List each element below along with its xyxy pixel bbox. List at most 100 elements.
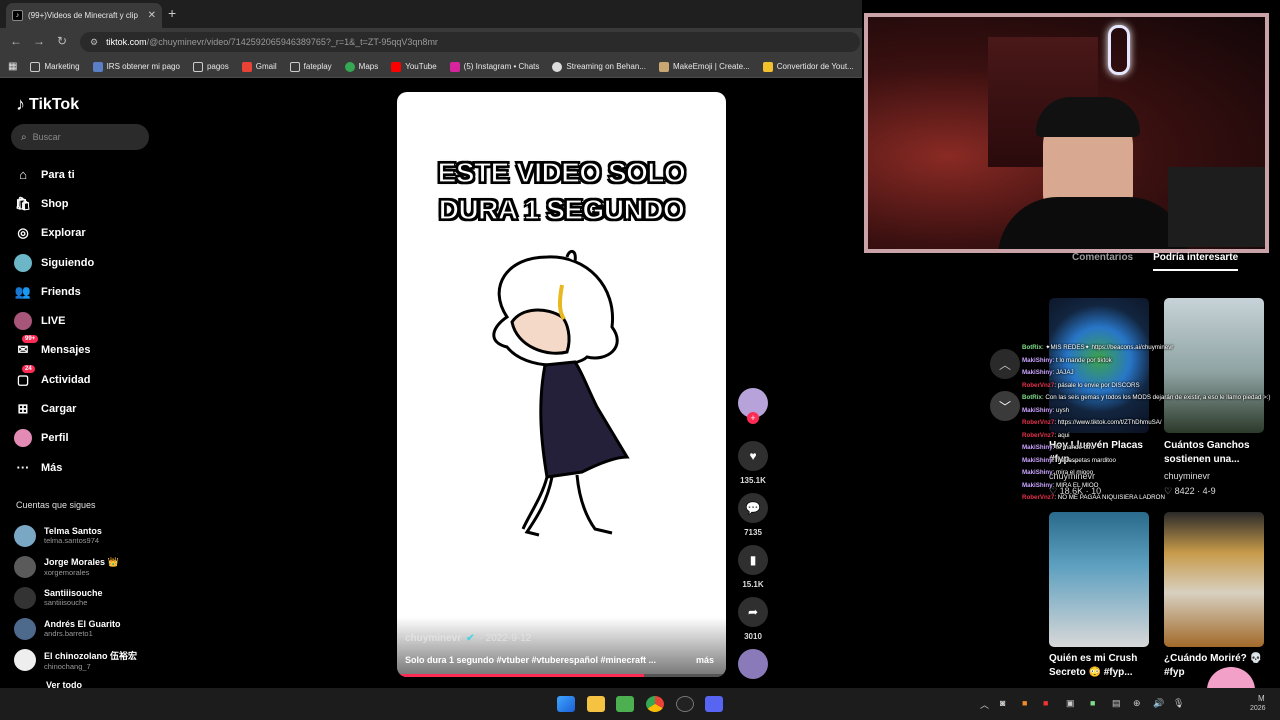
chat-text: : https://www.tiktok.com/t/ZThDhmuSA/ — [1054, 419, 1162, 426]
creator-avatar[interactable]: + — [737, 388, 769, 424]
sidebar-item-shop[interactable]: 🛍 Shop — [14, 189, 154, 218]
folder-icon — [30, 61, 41, 72]
url-input[interactable]: ⚙ tiktok.com/@chuyminevr/video/714259206… — [80, 32, 860, 52]
windows-start-icon[interactable] — [557, 696, 575, 712]
comment-button[interactable]: 💬 7135 — [737, 493, 769, 537]
messages-icon: ✉ 99+ — [14, 335, 39, 359]
sidebar-item-mensajes[interactable]: ✉ 99+ Mensajes — [14, 335, 154, 365]
tray-app-icon[interactable]: ▤ — [1112, 698, 1121, 709]
share-button[interactable]: ➦ 3010 — [737, 597, 769, 641]
sidebar-item-perfil[interactable]: Perfil — [14, 424, 154, 453]
convertidor-icon — [762, 61, 773, 72]
save-button[interactable]: ▮ 15.1K — [737, 545, 769, 589]
microphone-icon[interactable]: 🎙 — [1173, 698, 1184, 709]
sidebar-item-cargar[interactable]: ⊞ Cargar — [14, 394, 154, 423]
sound-disc[interactable] — [737, 649, 769, 679]
bookmark-makeemoji[interactable]: MakeEmoji | Create... — [659, 61, 750, 72]
like-button[interactable]: ♥ 135.1K — [737, 441, 769, 485]
folder-icon — [192, 61, 203, 72]
obs-icon[interactable] — [676, 696, 694, 712]
site-info-icon[interactable]: ⚙ — [90, 37, 98, 48]
following-account[interactable]: Santiiisouche santiiisouche — [14, 582, 164, 613]
tab-comentarios[interactable]: Comentarios — [1072, 252, 1133, 271]
new-tab-icon[interactable]: + — [168, 5, 176, 21]
bookmark-instagram[interactable]: (5) Instagram • Chats — [449, 61, 539, 72]
file-explorer-icon[interactable] — [587, 696, 605, 712]
live-icon — [14, 312, 32, 331]
search-input[interactable]: ⌕ Buscar — [11, 124, 149, 150]
tray-app-icon[interactable]: ■ — [1090, 698, 1095, 708]
related-video-title[interactable]: Quién es mi Crush Secreto 😳 #fyp... — [1049, 652, 1154, 680]
webcam-image — [868, 17, 1265, 249]
tiktok-logo[interactable]: ♪ TikTok — [16, 94, 79, 115]
chrome-icon[interactable] — [646, 696, 664, 712]
more-button[interactable]: más — [696, 655, 714, 665]
tiktok-sidebar: ♪ TikTok ⌕ Buscar ⌂ Para ti 🛍 Shop ◎ Explor… — [0, 78, 160, 690]
reload-icon[interactable]: ↻ — [57, 34, 67, 48]
minecraft-icon[interactable] — [616, 696, 634, 712]
follow-plus-icon[interactable]: + — [747, 412, 759, 424]
compass-icon: ◎ — [17, 225, 29, 241]
sidebar-item-mas[interactable]: ··· Más — [14, 453, 154, 482]
following-account[interactable]: Jorge Morales 👑 xorgemorales — [14, 551, 164, 582]
tray-app-icon[interactable]: ■ — [1022, 698, 1027, 708]
bookmark-gmail[interactable]: Gmail — [241, 61, 277, 72]
chat-text: : mira el miooo — [1052, 469, 1094, 476]
volume-icon[interactable]: 🔊 — [1153, 698, 1164, 709]
discord-tray-icon[interactable]: ◙ — [1000, 698, 1005, 708]
bookmark-convertidor[interactable]: Convertidor de Yout... — [762, 61, 854, 72]
sidebar-item-siguiendo[interactable]: Siguiendo — [14, 248, 154, 277]
following-account[interactable]: El chinozolano 伍裕宏 chinochang_7 — [14, 644, 164, 675]
irs-icon — [92, 61, 103, 72]
chat-message: MakiShiny: t lo mande por tiktok — [1022, 355, 1278, 368]
friends-icon: 👥 — [14, 283, 32, 299]
bookmark-behance[interactable]: Streaming on Behan... — [552, 61, 646, 72]
screen: ♪ (99+)Videos de Minecraft y clip ✕ + ← … — [0, 0, 1280, 720]
chat-message: BotRix: ✦MIS REDES✦ https://beacons.ai/c… — [1022, 342, 1278, 355]
upload-icon: ⊞ — [17, 401, 29, 417]
chevron-up-icon[interactable]: ︿ — [980, 698, 989, 711]
apps-icon[interactable]: ▦ — [8, 61, 17, 72]
back-icon[interactable]: ← — [10, 34, 22, 48]
video-progress-bar[interactable] — [397, 674, 726, 677]
video-author[interactable]: chuyminevr ✔ · 2022-9-12 — [405, 633, 531, 644]
discord-icon[interactable] — [705, 696, 723, 712]
bookmark-pagos[interactable]: pagos — [192, 61, 229, 72]
webcam-overlay — [864, 13, 1269, 253]
clock-date[interactable]: 2026 — [1250, 705, 1266, 712]
tab-podria-interesarte[interactable]: Podría interesarte — [1153, 252, 1239, 271]
tray-app-icon[interactable]: ■ — [1043, 698, 1048, 708]
chat-username: RoberVnz7 — [1022, 381, 1055, 389]
browser-tab[interactable]: ♪ (99+)Videos de Minecraft y clip ✕ — [6, 3, 162, 28]
bookmark-youtube[interactable]: YouTube — [391, 61, 437, 72]
close-icon[interactable]: ✕ — [148, 10, 156, 21]
sidebar-item-actividad[interactable]: ▢ 24 Actividad — [14, 364, 154, 394]
sidebar-item-para-ti[interactable]: ⌂ Para ti — [14, 160, 154, 189]
tray-app-icon[interactable]: ▣ — [1066, 698, 1075, 709]
share-icon: ➦ — [738, 597, 768, 627]
share-count: 3010 — [744, 632, 762, 641]
related-video-thumbnail[interactable] — [1049, 512, 1149, 647]
sidebar-item-explorar[interactable]: ◎ Explorar — [14, 219, 154, 248]
bookmark-marketing[interactable]: Marketing — [30, 61, 80, 72]
forward-icon[interactable]: → — [33, 34, 45, 48]
behance-icon — [552, 61, 563, 72]
bookmark-irs[interactable]: IRS obtener mi pago — [92, 61, 180, 72]
next-video-button[interactable]: ﹀ — [990, 391, 1020, 421]
sidebar-item-live[interactable]: LIVE — [14, 306, 154, 335]
avatar — [14, 555, 36, 578]
following-account[interactable]: Telma Santos telma.santos974 — [14, 520, 164, 551]
clock-time[interactable]: M — [1258, 694, 1265, 703]
chat-message: MakiShiny: MIRA EL MIOO — [1022, 480, 1278, 493]
sidebar-item-friends[interactable]: 👥 Friends — [14, 277, 154, 306]
related-video-thumbnail[interactable] — [1164, 512, 1264, 647]
video-player[interactable]: ESTE VIDEO SOLO DURA 1 SEGUNDO chuyminev… — [397, 92, 726, 677]
bookmark-maps[interactable]: Maps — [344, 61, 378, 72]
following-account[interactable]: Andrés El Guarito andrs.barreto1 — [14, 613, 164, 644]
gmail-icon — [241, 61, 252, 72]
network-icon[interactable]: ⊕ — [1133, 698, 1141, 709]
instagram-icon — [449, 61, 460, 72]
previous-video-button[interactable]: ︿ — [990, 349, 1020, 379]
neon-sign-image — [1108, 25, 1130, 75]
bookmark-fateplay[interactable]: fateplay — [289, 61, 332, 72]
